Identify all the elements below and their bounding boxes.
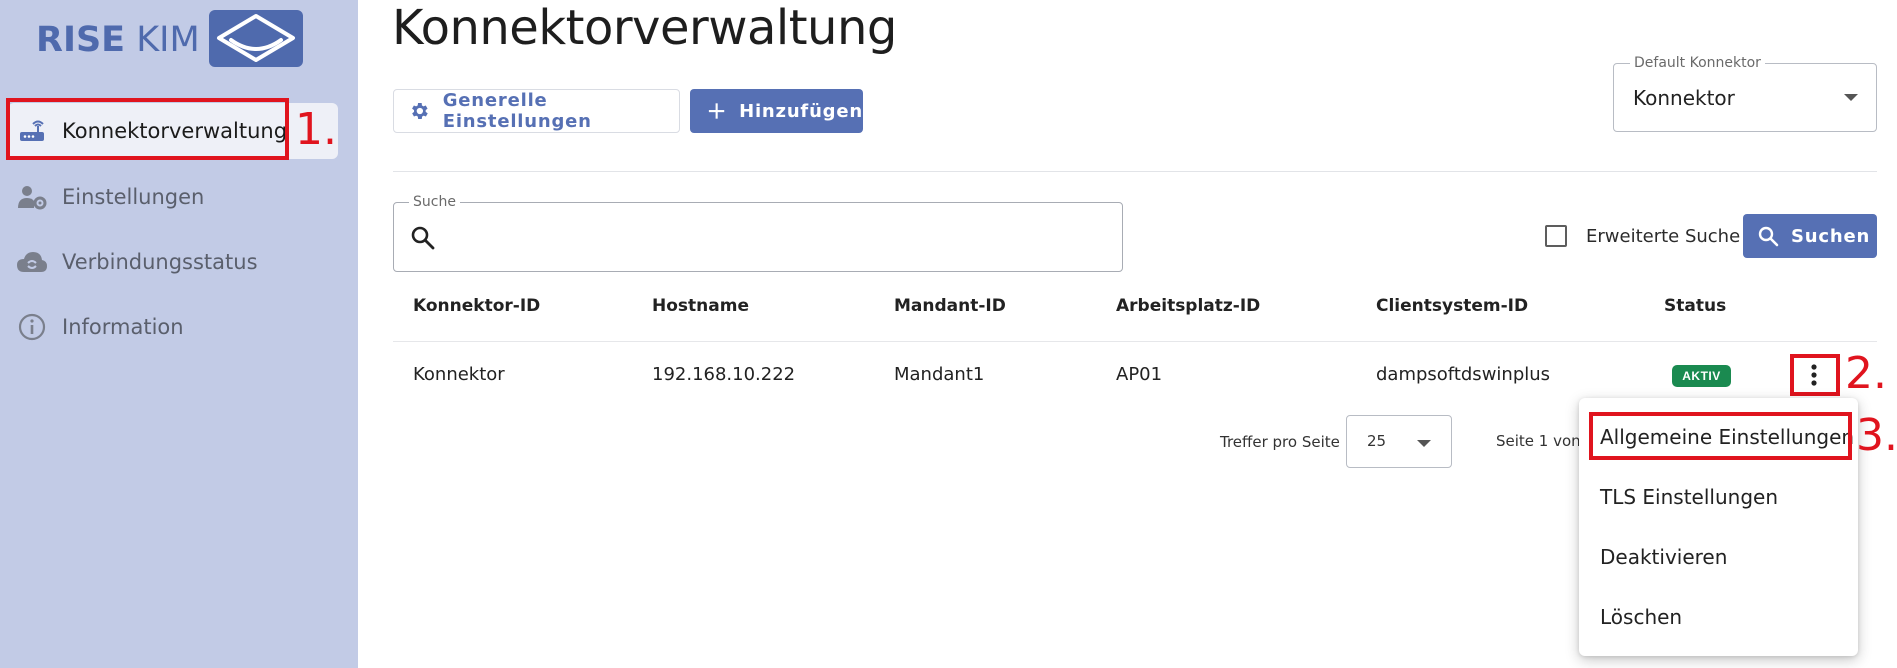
search-button-label: Suchen	[1791, 225, 1871, 247]
column-header-mandant-id[interactable]: Mandant-ID	[894, 296, 1006, 316]
logo-text: RISE KIM	[36, 20, 200, 60]
default-connector-value: Konnektor	[1633, 86, 1735, 110]
cell-konnektor-id: Konnektor	[413, 364, 505, 385]
chevron-down-icon	[1844, 94, 1858, 101]
annotation-number-2: 2.	[1845, 348, 1887, 399]
divider	[393, 171, 1877, 172]
gear-icon	[412, 103, 428, 119]
plus-icon	[708, 103, 725, 119]
cell-hostname: 192.168.10.222	[652, 364, 796, 385]
annotation-number-1: 1.	[295, 104, 337, 155]
default-connector-label: Default Konnektor	[1630, 55, 1765, 71]
checkbox[interactable]	[1545, 225, 1567, 247]
column-header-status[interactable]: Status	[1664, 296, 1726, 316]
more-vertical-icon	[1811, 364, 1817, 386]
annotation-number-3: 3.	[1856, 410, 1897, 461]
rows-per-page-label: Treffer pro Seite	[1220, 433, 1340, 451]
cell-mandant-id: Mandant1	[894, 364, 985, 385]
menu-item-label: TLS Einstellungen	[1600, 485, 1778, 509]
info-circle-icon	[15, 310, 49, 344]
add-label: Hinzufügen	[739, 100, 863, 122]
row-actions-button[interactable]	[1792, 356, 1836, 394]
user-gear-icon	[15, 180, 49, 214]
cell-clientsystem-id: dampsoftdswinplus	[1376, 364, 1551, 385]
sidebar-item-label: Verbindungsstatus	[62, 250, 258, 274]
column-header-clientsystem-id[interactable]: Clientsystem-ID	[1376, 296, 1528, 316]
menu-item-label: Löschen	[1600, 605, 1683, 629]
sidebar-item-label: Information	[62, 315, 184, 339]
search-icon	[1758, 226, 1779, 247]
sidebar-item-information[interactable]: Information	[8, 299, 338, 355]
page-title: Konnektorverwaltung	[392, 0, 897, 56]
menu-item-label: Deaktivieren	[1600, 545, 1728, 569]
general-settings-button[interactable]: Generelle Einstellungen	[393, 89, 680, 133]
logo: RISE KIM	[36, 10, 306, 70]
logo-mark-icon	[209, 10, 303, 67]
menu-item-loeschen[interactable]: Löschen	[1579, 588, 1858, 646]
sidebar-item-label: Konnektorverwaltung	[62, 119, 288, 143]
sidebar-item-konnektorverwaltung[interactable]: Konnektorverwaltung	[8, 103, 338, 159]
search-button[interactable]: Suchen	[1743, 214, 1877, 258]
sidebar-item-einstellungen[interactable]: Einstellungen	[8, 169, 338, 225]
cloud-sync-icon	[15, 245, 49, 279]
sidebar-item-label: Einstellungen	[62, 185, 205, 209]
add-button[interactable]: Hinzufügen	[690, 89, 863, 133]
general-settings-label: Generelle Einstellungen	[442, 90, 592, 132]
column-header-arbeitsplatz-id[interactable]: Arbeitsplatz-ID	[1116, 296, 1260, 316]
column-header-konnektor-id[interactable]: Konnektor-ID	[413, 296, 540, 316]
menu-item-label: Allgemeine Einstellungen	[1600, 425, 1855, 449]
table-row-separator	[393, 341, 1877, 342]
column-header-hostname[interactable]: Hostname	[652, 296, 749, 316]
search-field[interactable]: Suche	[393, 194, 1123, 272]
rows-per-page-select[interactable]: 25	[1346, 415, 1452, 468]
row-context-menu: Allgemeine Einstellungen TLS Einstellung…	[1579, 398, 1858, 656]
sidebar: RISE KIM Konnektorverwaltung Einstellung…	[0, 0, 358, 668]
extended-search-label: Erweiterte Suche	[1586, 225, 1741, 247]
menu-item-tls-einstellungen[interactable]: TLS Einstellungen	[1579, 468, 1858, 526]
menu-item-allgemeine-einstellungen[interactable]: Allgemeine Einstellungen	[1579, 408, 1858, 466]
cell-arbeitsplatz-id: AP01	[1116, 364, 1163, 385]
rows-per-page-value: 25	[1367, 432, 1387, 450]
page-info: Seite 1 von	[1496, 432, 1581, 450]
chevron-down-icon	[1417, 440, 1431, 447]
menu-item-deaktivieren[interactable]: Deaktivieren	[1579, 528, 1858, 586]
status-badge: AKTIV	[1672, 365, 1731, 387]
default-connector-select[interactable]: Default Konnektor Konnektor	[1613, 55, 1877, 132]
search-input[interactable]	[450, 219, 1100, 257]
search-label: Suche	[409, 194, 460, 210]
router-icon	[15, 114, 49, 148]
search-icon	[411, 226, 435, 250]
sidebar-item-verbindungsstatus[interactable]: Verbindungsstatus	[8, 234, 338, 290]
extended-search-checkbox[interactable]: Erweiterte Suche	[1545, 225, 1740, 247]
